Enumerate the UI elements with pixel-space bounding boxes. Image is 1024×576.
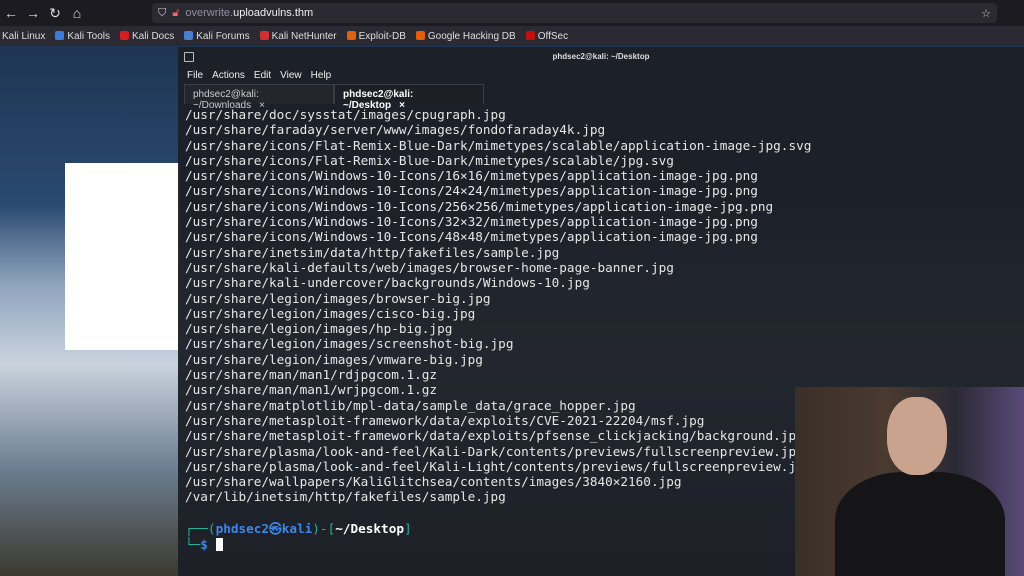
url-prefix: overwrite. — [185, 7, 234, 19]
bookmark-item[interactable]: Kali Forums — [184, 30, 250, 42]
terminal-prompt[interactable]: ┌──(phdsec2㉿kali)-[~/Desktop] └─$ — [185, 521, 412, 552]
output-line: /usr/share/legion/images/vmware-big.jpg — [185, 351, 483, 367]
bookmark-label: Kali Linux — [2, 30, 46, 42]
back-icon[interactable]: ← — [0, 5, 22, 21]
bookmark-label: Kali Forums — [196, 30, 250, 42]
output-line: /usr/share/kali-undercover/backgrounds/W… — [185, 275, 590, 291]
menu-file[interactable]: File — [187, 70, 203, 81]
terminal-output: /usr/share/doc/sysstat/images/cpugraph.j… — [185, 107, 811, 505]
prompt-at: ㉿ — [269, 521, 282, 536]
prompt-symbol: $ — [200, 536, 208, 552]
output-line: /usr/share/icons/Windows-10-Icons/256×25… — [185, 198, 774, 214]
bookmark-label: Exploit-DB — [358, 30, 406, 42]
output-line: /usr/share/icons/Windows-10-Icons/32×32/… — [185, 214, 758, 230]
output-line: /usr/share/plasma/look-and-feel/Kali-Dar… — [185, 443, 797, 459]
menu-actions[interactable]: Actions — [212, 70, 245, 81]
output-line: /usr/share/metasploit-framework/data/exp… — [185, 428, 797, 444]
prompt-path: ~/Desktop — [335, 521, 404, 536]
browser-toolbar: ← → ↻ ⌂ ⛉ 🔓︎ overwrite. uploadvulns.thm ☆ — [0, 0, 1024, 26]
output-line: /usr/share/icons/Flat-Remix-Blue-Dark/mi… — [185, 152, 674, 168]
bookmark-item[interactable]: Kali NetHunter — [259, 30, 337, 42]
bookmark-icon — [55, 30, 65, 40]
text-cursor — [215, 537, 223, 551]
reload-icon[interactable]: ↻ — [44, 5, 66, 22]
output-line: /usr/share/legion/images/hp-big.jpg — [185, 321, 453, 337]
bookmark-item[interactable]: Kali Docs — [119, 30, 175, 42]
output-line: /usr/share/doc/sysstat/images/cpugraph.j… — [185, 107, 506, 122]
url-bar[interactable]: ⛉ 🔓︎ overwrite. uploadvulns.thm ☆ — [152, 3, 997, 23]
output-line: /usr/share/icons/Flat-Remix-Blue-Dark/mi… — [185, 137, 812, 153]
shield-icon: ⛉ — [158, 6, 167, 19]
bookmark-icon — [184, 30, 194, 40]
bookmark-item[interactable]: Exploit-DB — [346, 30, 406, 42]
bookmark-label: Google Hacking DB — [427, 30, 516, 42]
home-icon[interactable]: ⌂ — [66, 5, 88, 21]
bookmark-item[interactable]: OffSec — [525, 30, 569, 42]
bookmark-icon — [119, 30, 129, 40]
prompt-host: kali — [281, 521, 313, 536]
terminal-icon — [184, 52, 194, 62]
output-line: /usr/share/man/man1/rdjpgcom.1.gz — [185, 367, 438, 383]
output-line: /usr/share/icons/Windows-10-Icons/48×48/… — [185, 229, 758, 245]
menu-edit[interactable]: Edit — [254, 70, 271, 81]
bookmark-icon — [525, 30, 535, 40]
output-line: /usr/share/matplotlib/mpl-data/sample_da… — [185, 397, 636, 413]
tab-bar: phdsec2@kali: ~/Downloads × phdsec2@kali:… — [178, 84, 1024, 111]
bookmark-item[interactable]: Kali Tools — [55, 30, 110, 42]
url-domain: uploadvulns.thm — [233, 7, 314, 19]
browser-page-area — [65, 163, 180, 350]
bookmark-label: OffSec — [537, 30, 569, 42]
output-line: /usr/share/legion/images/cisco-big.jpg — [185, 305, 476, 321]
prompt-user: phdsec2 — [215, 521, 270, 536]
output-line: /usr/share/icons/Windows-10-Icons/24×24/… — [185, 183, 758, 199]
output-line: /usr/share/icons/Windows-10-Icons/16×16/… — [185, 168, 758, 184]
output-line: /usr/share/man/man1/wrjpgcom.1.gz — [185, 382, 438, 398]
output-line: /usr/share/metasploit-framework/data/exp… — [185, 412, 705, 428]
terminal-titlebar: phdsec2@kali: ~/Desktop — [178, 47, 1024, 67]
window-title: phdsec2@kali: ~/Desktop — [552, 52, 650, 61]
bookmark-icon — [259, 30, 269, 40]
menu-help[interactable]: Help — [311, 70, 332, 81]
output-line: /var/lib/inetsim/http/fakefiles/sample.j… — [185, 489, 506, 505]
bookmark-item[interactable]: Kali Linux — [2, 31, 45, 42]
bookmark-icon — [346, 30, 356, 40]
output-line: /usr/share/faraday/server/www/images/fon… — [185, 122, 606, 138]
bookmark-star-icon[interactable]: ☆ — [981, 7, 991, 20]
tab-desktop[interactable]: phdsec2@kali: ~/Desktop × — [334, 84, 484, 111]
output-line: /usr/share/plasma/look-and-feel/Kali-Lig… — [185, 458, 797, 474]
output-line: /usr/share/wallpapers/KaliGlitchsea/cont… — [185, 474, 682, 490]
menu-bar: File Actions Edit View Help — [178, 67, 1024, 84]
bookmark-item[interactable]: Google Hacking DB — [415, 30, 516, 42]
forward-icon[interactable]: → — [22, 5, 44, 21]
menu-view[interactable]: View — [280, 70, 302, 81]
lock-icon: 🔓︎ — [172, 6, 180, 19]
tab-downloads[interactable]: phdsec2@kali: ~/Downloads × — [184, 84, 334, 111]
output-line: /usr/share/legion/images/screenshot-big.… — [185, 336, 514, 352]
bookmark-icon — [415, 30, 425, 40]
bookmark-label: Kali NetHunter — [271, 30, 337, 42]
bookmark-label: Kali Docs — [131, 30, 175, 42]
webcam-overlay — [795, 387, 1024, 576]
output-line: /usr/share/kali-defaults/web/images/brow… — [185, 259, 674, 275]
bookmark-label: Kali Tools — [67, 30, 110, 42]
output-line: /usr/share/inetsim/data/http/fakefiles/s… — [185, 244, 560, 260]
output-line: /usr/share/legion/images/browser-big.jpg — [185, 290, 491, 306]
bookmarks-bar: Kali Linux Kali Tools Kali Docs Kali Forums… — [0, 26, 1024, 46]
